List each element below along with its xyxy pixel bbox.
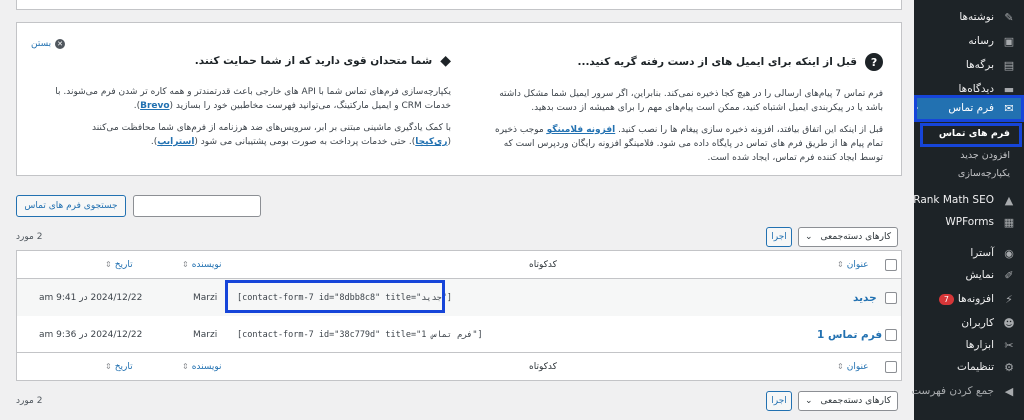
notice-paragraph: قبل از اینکه این اتفاق بیافتد، افزونه ذخ… [494,125,883,163]
author-text: Marzi [193,292,218,303]
rankmath-icon: ▲ [1004,193,1014,207]
mail-icon: ✉ [1004,101,1014,115]
submenu-add-new[interactable]: افزودن جدید [914,146,1024,164]
date-text: 2024/12/22 در 9:41 am [39,292,143,303]
table-footer: عنوان ⇕ کدکوتاه نویسنده ⇕ تاریخ ⇕ [17,352,901,380]
item-count: 2 مورد [16,232,43,242]
sidebar-item-plugins[interactable]: ⚡ افزونه‌ها 7 [914,288,1024,310]
sort-date[interactable]: تاریخ ⇕ [105,260,133,270]
sort-title[interactable]: عنوان ⇕ [837,362,869,372]
sort-icon: ⇕ [105,362,112,371]
sort-icon: ⇕ [105,260,112,269]
notice-paragraph: با کمک یادگیری ماشینی مبتنی بر ابر، سروی… [91,123,451,147]
table-row: فرم تماس 1 [contact-form-7 id="38c779d" … [17,316,901,353]
sidebar-item-astra[interactable]: ◉ آسترا [914,242,1024,264]
chevron-down-icon: ⌄ [805,396,813,406]
sidebar-collapse[interactable]: ◀ جمع کردن فهرست [911,380,1024,402]
notice-paragraph: فرم تماس 7 پیام‌های ارسالی را در هیچ کجا… [499,89,883,113]
sort-title[interactable]: عنوان ⇕ [837,260,869,270]
recaptcha-link[interactable]: ری‌کپچا [415,137,447,147]
sidebar-item-tools[interactable]: ✂ ابزارها [914,334,1024,356]
sidebar-item-posts[interactable]: ✎ نوشته‌ها [914,6,1024,28]
bulk-apply-button[interactable]: اجرا [766,227,792,247]
sidebar-item-media[interactable]: ▣ رسانه [914,30,1024,52]
search-input[interactable] [133,195,261,217]
sort-icon: ⇕ [837,362,844,371]
row-checkbox[interactable] [885,291,897,304]
sort-icon: ⇕ [182,362,189,371]
settings-icon: ⚙ [1004,360,1014,374]
diamond-icon: ◆ [440,53,451,69]
shortcode-header: کدکوتاه [529,259,557,270]
tools-icon: ✂ [1004,338,1014,352]
flamingo-notice: ✕ بستن ? قبل از اینکه برای ایمیل های از … [16,22,902,176]
notice-column-flamingo: ? قبل از اینکه برای ایمیل های از دست رفت… [483,53,883,173]
media-icon: ▣ [1003,34,1015,48]
sidebar-item-wpforms[interactable]: ▦ WPForms [914,211,1024,233]
flamingo-link[interactable]: افزونه فلامینگو [547,125,616,135]
author-text: Marzi [193,329,218,340]
contact-forms-table: عنوان ⇕ کدکوتاه نویسنده ⇕ تاریخ ⇕ جدید [con… [16,250,902,381]
comments-icon: ▬ [1003,82,1015,96]
shortcode-text[interactable]: [contact-form-7 id="8dbb8c8" title="جدید… [237,293,452,303]
notice-paragraph: یکپارچه‌سازی فرم‌های تماس شما با API های… [55,87,451,111]
brevo-link[interactable]: Brevo [140,101,169,111]
bulk-apply-button[interactable]: اجرا [766,391,792,411]
search-button[interactable]: جستجوی فرم های تماس [16,195,126,217]
submenu-integration[interactable]: یکپارچه‌سازی [914,164,1024,182]
sidebar-item-users[interactable]: ☻ کاربران [914,312,1024,334]
sidebar-item-settings[interactable]: ⚙ تنظیمات [914,356,1024,378]
select-all-checkbox[interactable] [885,258,897,271]
close-icon: ✕ [55,39,66,49]
submenu-contact-forms[interactable]: فرم های تماس [914,124,1024,142]
sort-author[interactable]: نویسنده ⇕ [182,362,222,372]
stripe-link[interactable]: استرایپ [157,137,194,147]
sidebar-item-pages[interactable]: ▤ برگه‌ها [914,54,1024,76]
shortcode-header: کدکوتاه [529,361,557,372]
row-checkbox[interactable] [885,328,897,341]
pages-icon: ▤ [1003,58,1015,72]
wpforms-icon: ▦ [1003,215,1015,229]
form-title-link[interactable]: جدید [853,292,877,304]
sort-date[interactable]: تاریخ ⇕ [105,362,133,372]
notice-heading-integrations: ◆ شما متحدان قوی دارید که از شما حمایت ک… [194,53,451,69]
notice-heading-flamingo: ? قبل از اینکه برای ایمیل های از دست رفت… [483,53,883,71]
sort-author[interactable]: نویسنده ⇕ [182,260,222,270]
sort-icon: ⇕ [837,260,844,269]
sidebar-item-appearance[interactable]: ✐ نمایش [914,264,1024,286]
brush-icon: ✐ [1004,268,1014,282]
sort-icon: ⇕ [182,260,189,269]
table-row: جدید [contact-form-7 id="8dbb8c8" title=… [17,279,901,316]
bulk-actions-select[interactable]: کارهای دسته‌جمعی ⌄ [798,391,898,411]
form-title-link[interactable]: فرم تماس 1 [817,329,882,341]
dismiss-label: بستن [31,39,52,49]
question-icon: ? [865,53,883,71]
select-all-checkbox[interactable] [885,360,897,373]
item-count: 2 مورد [16,396,43,406]
plugin-icon: ⚡ [1005,292,1013,306]
notice-column-integrations: ◆ شما متحدان قوی دارید که از شما حمایت ک… [51,53,451,157]
date-text: 2024/12/22 در 9:36 am [39,329,143,340]
table-header: عنوان ⇕ کدکوتاه نویسنده ⇕ تاریخ ⇕ [17,251,901,279]
chevron-down-icon: ⌄ [805,232,813,242]
plugins-update-badge: 7 [938,293,954,305]
sidebar-item-contact[interactable]: ✉ فرم تماس [913,96,1024,120]
notice-top-strip [16,0,902,10]
astra-icon: ◉ [1004,246,1014,260]
dismiss-link[interactable]: ✕ بستن [31,39,66,49]
sidebar-item-rankmath[interactable]: ▲ Rank Math SEO [913,189,1024,211]
users-icon: ☻ [1003,316,1015,330]
admin-sidebar: ✎ نوشته‌ها ▣ رسانه ▤ برگه‌ها ▬ دیدگاه‌ها ✉ فر… [911,0,1024,420]
bulk-actions-select[interactable]: کارهای دسته‌جمعی ⌄ [798,227,898,247]
shortcode-text[interactable]: [contact-form-7 id="38c779d" title="فرم … [237,330,483,340]
pin-icon: ✎ [1004,10,1014,24]
collapse-icon: ◀ [1004,384,1014,398]
